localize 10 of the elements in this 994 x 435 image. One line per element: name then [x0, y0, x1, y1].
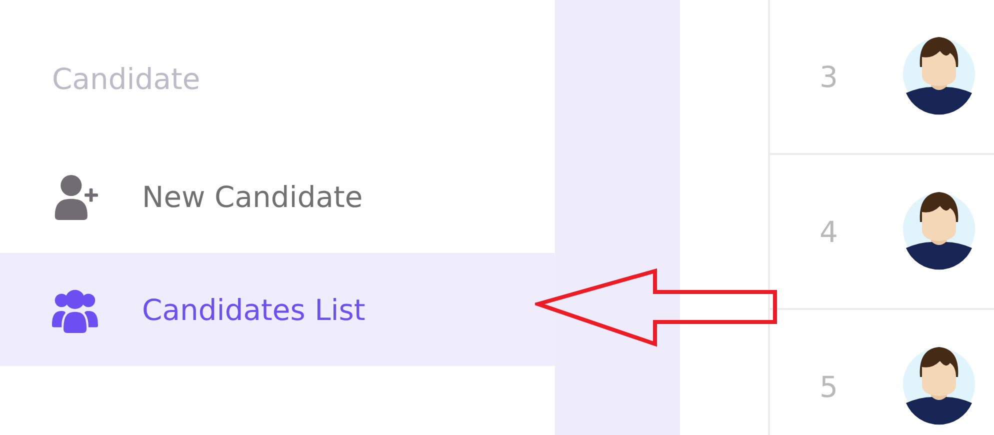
- avatar-icon: [902, 346, 976, 426]
- avatar-icon: [902, 192, 976, 272]
- row-number: 3: [818, 60, 838, 94]
- row-number: 4: [818, 214, 838, 248]
- sidebar-item[interactable]: Candidates List: [0, 253, 555, 366]
- add-user-icon: [52, 174, 98, 220]
- sidebar-item[interactable]: New Candidate: [0, 140, 555, 253]
- row-number: 5: [818, 370, 838, 404]
- avatar-icon: [902, 36, 976, 116]
- section-heading: Candidate: [51, 61, 202, 98]
